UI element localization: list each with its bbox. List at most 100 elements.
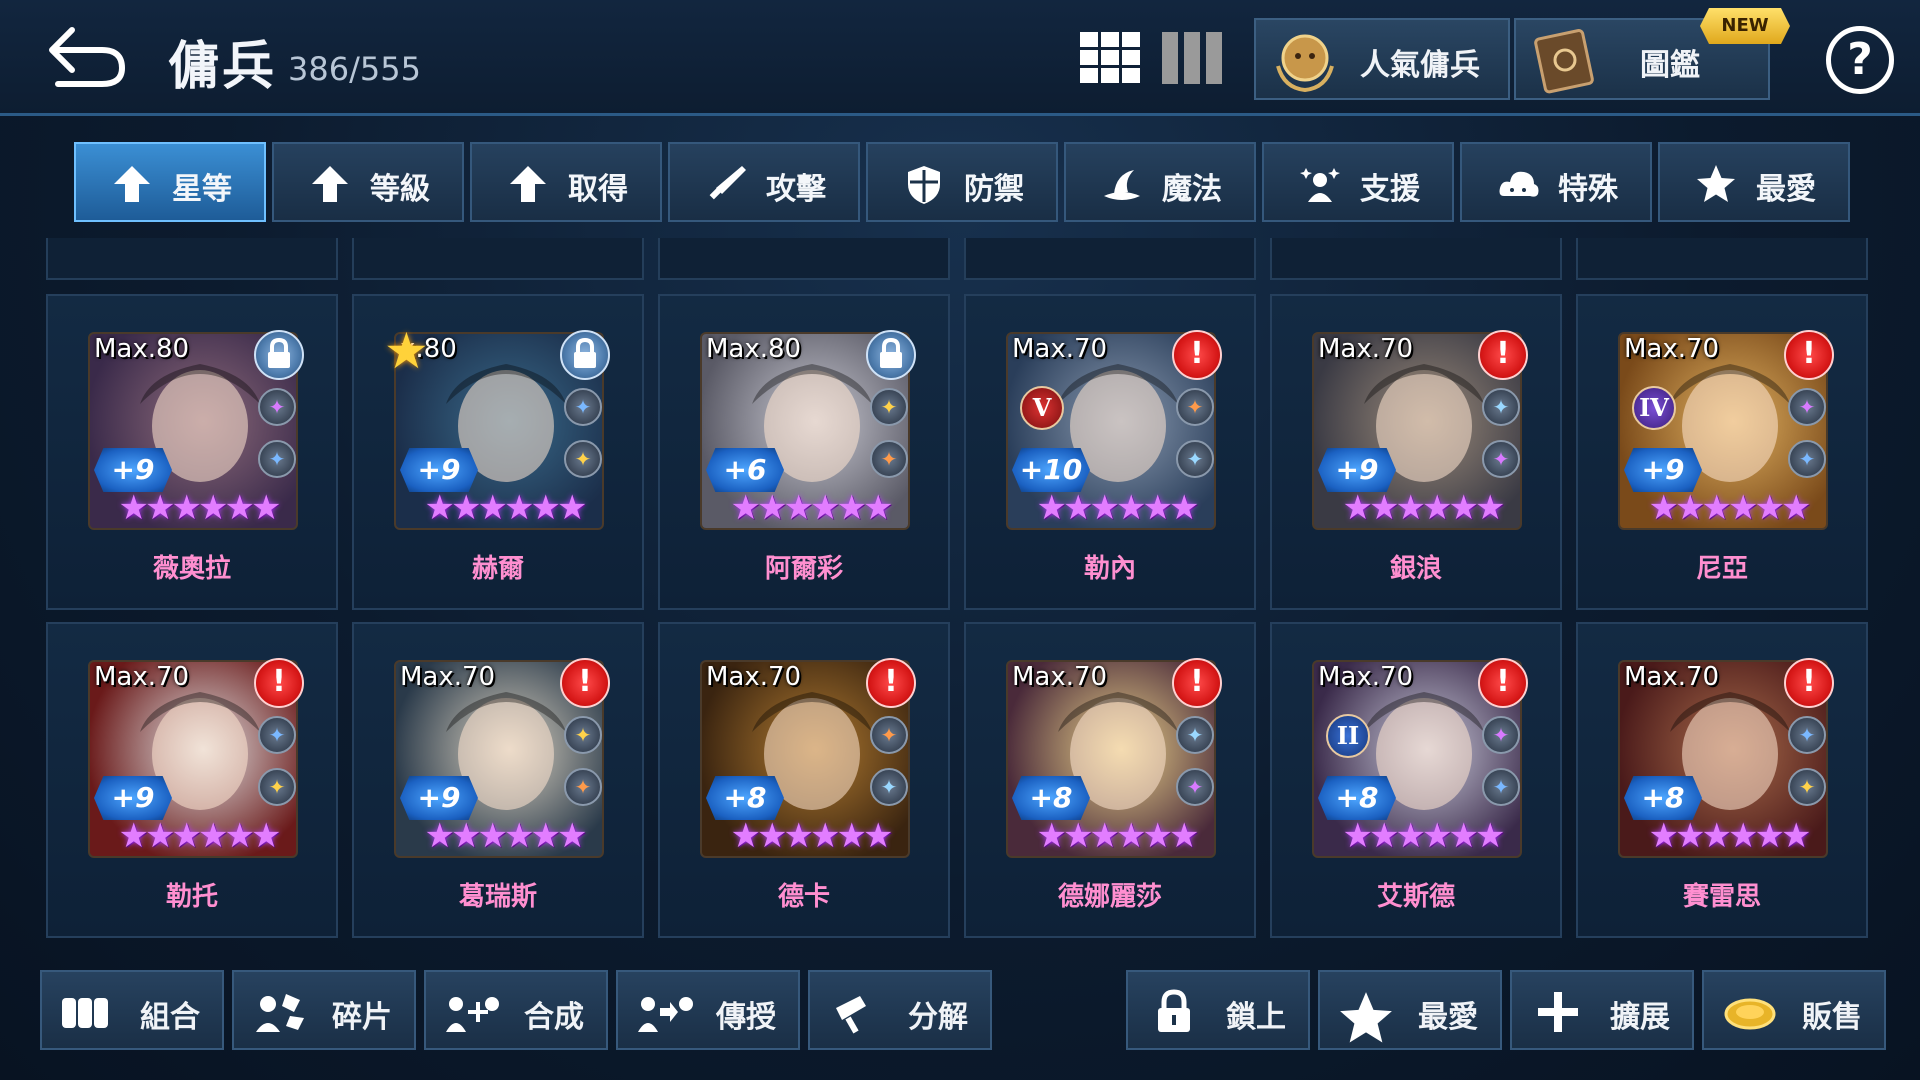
rune-slot-icon: ✦ <box>258 716 296 754</box>
bottom-button-label: 最愛 <box>1418 1000 1478 1035</box>
tab-label: 魔法 <box>1162 172 1222 207</box>
alert-icon: ! <box>1172 658 1222 708</box>
lock-icon <box>1144 988 1204 1036</box>
alert-icon: ! <box>1784 330 1834 380</box>
book-icon <box>1534 29 1594 94</box>
rune-slot-icon: ✦ <box>258 440 296 478</box>
star-rating: ★★★★★★ <box>1648 488 1812 528</box>
mercenary-card[interactable]: Max.70! ✦ ✦ +9 ★★★★★★ 勒托 <box>46 622 338 938</box>
bottom-button-5[interactable]: 鎖上 <box>1126 970 1310 1050</box>
bottom-button-label: 鎖上 <box>1226 1000 1286 1035</box>
rune-slot-icon: ✦ <box>1176 716 1214 754</box>
alert-icon: ! <box>1478 658 1528 708</box>
sword-icon <box>704 162 748 206</box>
star-rating: ★★★★★★ <box>1036 488 1200 528</box>
column-view-icon[interactable] <box>1160 30 1224 86</box>
bottom-button-8[interactable]: 販售 <box>1702 970 1886 1050</box>
tab-7[interactable]: 特殊 <box>1460 142 1652 222</box>
rune-slot-icon: ✦ <box>870 768 908 806</box>
mercenary-card[interactable]: Max.80 ✦ ✦ +9 ★★★★★★ 薇奧拉 <box>46 294 338 610</box>
bottom-button-label: 組合 <box>140 1000 200 1035</box>
arrow-up-icon <box>506 162 550 206</box>
popular-mercenary-button[interactable]: 人氣傭兵 <box>1254 18 1510 100</box>
max-level: Max.70 <box>400 662 496 692</box>
enhance-level: +6 <box>706 448 784 492</box>
top-header: 傭兵 386/555 人氣傭兵 圖鑑 NEW ? <box>0 0 1920 116</box>
rune-slot-icon: ✦ <box>1788 388 1826 426</box>
help-button[interactable]: ? <box>1826 26 1894 94</box>
tab-0[interactable]: 星等 <box>74 142 266 222</box>
mercenary-card[interactable]: Max.70! ✦ ✦ +8 ★★★★★★ 賽雷思 <box>1576 622 1868 938</box>
mercenary-card[interactable]: Max.70! V ✦ ✦ +10 ★★★★★★ 勒內 <box>964 294 1256 610</box>
rune-slot-icon: ✦ <box>564 440 602 478</box>
star-icon <box>1694 162 1738 206</box>
enhance-level: +9 <box>94 448 172 492</box>
tab-label: 防禦 <box>964 172 1024 207</box>
max-level: Max.70 <box>706 662 802 692</box>
tier-badge: V <box>1020 386 1064 430</box>
tab-label: 等級 <box>370 172 430 207</box>
max-level: Max.70 <box>1012 662 1108 692</box>
mercenary-card[interactable]: Max.70! ✦ ✦ +9 ★★★★★★ 葛瑞斯 <box>352 622 644 938</box>
tab-6[interactable]: 支援 <box>1262 142 1454 222</box>
bottom-button-7[interactable]: 擴展 <box>1510 970 1694 1050</box>
rune-slot-icon: ✦ <box>1482 388 1520 426</box>
disassemble-icon <box>826 988 886 1036</box>
star-rating: ★★★★★★ <box>424 816 588 856</box>
mercenary-name: 薇奧拉 <box>152 554 231 584</box>
enhance-level: +8 <box>1318 776 1396 820</box>
rune-slot-icon: ✦ <box>1482 716 1520 754</box>
enhance-level: +10 <box>1012 448 1090 492</box>
bottom-button-3[interactable]: 傳授 <box>616 970 800 1050</box>
mercenary-card[interactable]: Max.80 ✦ ✦ +6 ★★★★★★ 阿爾彩 <box>658 294 950 610</box>
max-level: Max.80 <box>706 334 802 364</box>
tab-label: 最愛 <box>1756 172 1816 207</box>
rune-slot-icon: ✦ <box>1176 388 1214 426</box>
mercenary-card[interactable]: Max.70! II ✦ ✦ +8 ★★★★★★ 艾斯德 <box>1270 622 1562 938</box>
tier-badge: II <box>1326 714 1370 758</box>
tab-label: 支援 <box>1360 172 1420 207</box>
tab-5[interactable]: 魔法 <box>1064 142 1256 222</box>
mercenary-name: 德娜麗莎 <box>1057 882 1162 912</box>
star-rating: ★★★★★★ <box>118 488 282 528</box>
bottom-button-1[interactable]: 碎片 <box>232 970 416 1050</box>
page-title: 傭兵 <box>168 37 277 97</box>
tab-3[interactable]: 攻擊 <box>668 142 860 222</box>
bottom-button-6[interactable]: 最愛 <box>1318 970 1502 1050</box>
alert-icon: ! <box>560 658 610 708</box>
tab-8[interactable]: 最愛 <box>1658 142 1850 222</box>
lock-icon <box>254 330 304 380</box>
bottom-button-4[interactable]: 分解 <box>808 970 992 1050</box>
rune-slot-icon: ✦ <box>870 716 908 754</box>
rune-slot-icon: ✦ <box>1176 440 1214 478</box>
star-icon <box>1336 988 1396 1043</box>
fragment-icon <box>250 988 310 1036</box>
mercenary-name: 銀浪 <box>1389 554 1442 584</box>
alert-icon: ! <box>1784 658 1834 708</box>
mercenary-card[interactable]: Max.70! IV ✦ ✦ +9 ★★★★★★ 尼亞 <box>1576 294 1868 610</box>
tab-2[interactable]: 取得 <box>470 142 662 222</box>
enhance-level: +9 <box>94 776 172 820</box>
lock-icon <box>866 330 916 380</box>
partial-card-row-top <box>964 238 1256 280</box>
bottom-button-0[interactable]: 組合 <box>40 970 224 1050</box>
tab-1[interactable]: 等級 <box>272 142 464 222</box>
bottom-button-label: 擴展 <box>1610 1000 1670 1035</box>
merge-icon <box>442 988 502 1036</box>
max-level: Max.70 <box>1318 662 1414 692</box>
back-arrow-icon[interactable] <box>44 22 130 92</box>
tab-4[interactable]: 防禦 <box>866 142 1058 222</box>
mercenary-card[interactable]: Max.70! ✦ ✦ +8 ★★★★★★ 德卡 <box>658 622 950 938</box>
mercenary-card[interactable]: Max.70! ✦ ✦ +8 ★★★★★★ 德娜麗莎 <box>964 622 1256 938</box>
rune-slot-icon: ✦ <box>1788 768 1826 806</box>
mercenary-card[interactable]: x.80 ★ ✦ ✦ +9 ★★★★★★ 赫爾 <box>352 294 644 610</box>
partial-card-row-top <box>352 238 644 280</box>
bottom-button-2[interactable]: 合成 <box>424 970 608 1050</box>
mercenary-card[interactable]: Max.70! ✦ ✦ +9 ★★★★★★ 銀浪 <box>1270 294 1562 610</box>
new-badge: NEW <box>1700 8 1790 44</box>
popular-mercenary-label: 人氣傭兵 <box>1360 48 1480 83</box>
grid-view-icon[interactable] <box>1078 30 1142 86</box>
max-level: Max.70 <box>94 662 190 692</box>
lock-icon <box>560 330 610 380</box>
coin-icon <box>1720 988 1780 1036</box>
